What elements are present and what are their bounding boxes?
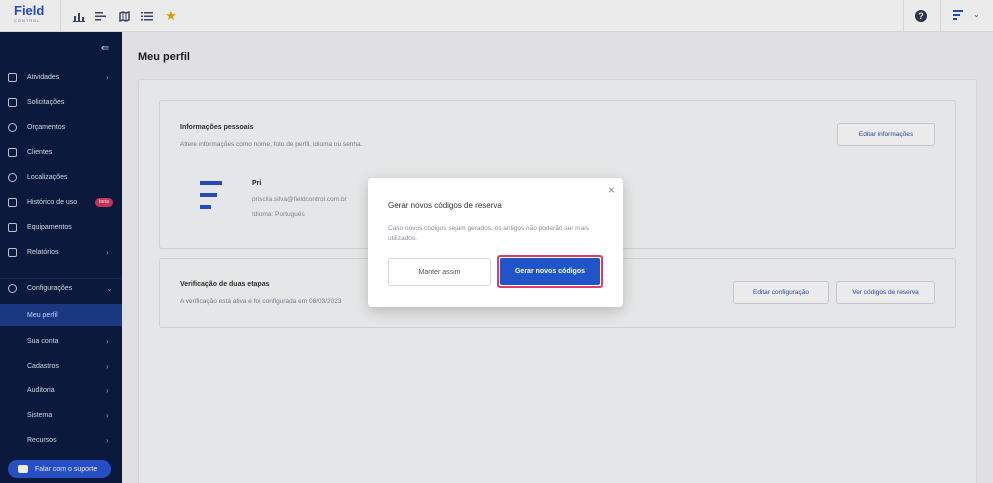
- dialog-message: Caso novos códigos sejam gerados, os ant…: [388, 225, 589, 242]
- dialog-title: Gerar novos códigos de reserva: [388, 201, 502, 210]
- close-icon[interactable]: ×: [608, 184, 615, 196]
- generate-new-codes-button[interactable]: Gerar novos códigos: [500, 258, 600, 285]
- generate-codes-dialog: × Gerar novos códigos de reserva Caso no…: [368, 178, 623, 307]
- keep-as-is-button[interactable]: Manter assim: [388, 258, 491, 286]
